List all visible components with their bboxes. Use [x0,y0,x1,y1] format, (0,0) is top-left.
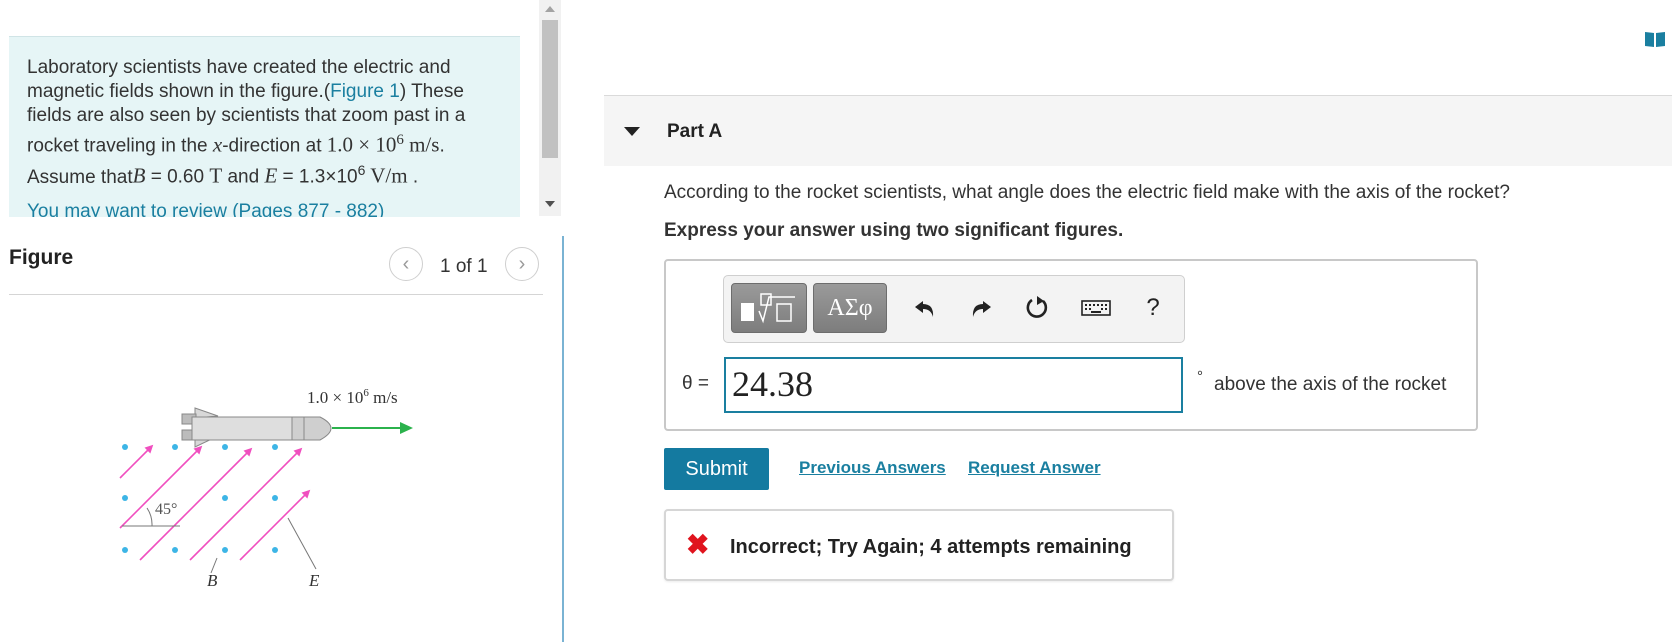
feedback-status-text: Incorrect; Try Again; 4 attempts remaini… [730,536,1132,558]
angle-arc [146,507,153,527]
keyboard-icon [1081,300,1111,316]
figure-diagram: 1.0 × 106 m/s 45° B E [119,387,413,590]
instruction-text: Express your answer using two significan… [664,220,1124,241]
answer-input[interactable]: 24.38 [724,357,1183,413]
problem-text: Laboratory scientists have created the e… [9,37,520,217]
submit-button[interactable]: Submit [664,448,769,490]
reset-icon [1026,296,1048,318]
part-a-header[interactable] [604,95,1672,166]
previous-figure-button[interactable]: ‹ [389,247,423,281]
greek-symbols-icon: ΑΣφ [827,294,873,321]
rocket [181,407,332,448]
greek-symbols-button[interactable]: ΑΣφ [813,283,887,333]
problem-text-direction: -direction at [222,135,327,157]
part-a-title: Part A [667,121,723,142]
keyboard-button[interactable] [1080,293,1112,323]
degree-symbol: ° [1197,368,1203,385]
angle-label: 45° [155,501,177,518]
answer-variable-label: θ = [682,373,709,394]
figure-heading: Figure [9,246,74,269]
reset-button[interactable] [1022,293,1052,323]
answer-units-label: above the axis of the rocket [1214,374,1447,395]
problem-period: . [439,135,445,157]
request-answer-link[interactable]: Request Answer [968,458,1101,478]
magnetic-field-dots [122,444,278,553]
b-unit: T [209,163,223,188]
chevron-left-icon: ‹ [402,252,410,275]
electric-field-lines [119,444,311,561]
e-field-label: E [308,571,320,590]
next-figure-button[interactable]: › [505,247,539,281]
templates-icon [741,293,795,324]
and-word: and [222,166,265,188]
rocket-body [191,416,293,441]
templates-button[interactable] [731,283,807,333]
speed-unit: m/s [403,132,440,157]
x-variable: x [212,132,223,157]
e-unit: V/m [365,163,408,188]
b-field-label: B [207,571,218,590]
undo-button[interactable] [910,293,940,323]
scroll-thumb[interactable] [542,20,558,158]
review-pages-link[interactable]: You may want to review (Pages 877 - 882) [27,200,502,217]
help-button[interactable]: ? [1138,293,1168,323]
speed-value: 1.0 × 10 [326,132,397,157]
redo-icon [972,301,991,317]
e-period: . [407,166,419,188]
help-icon: ? [1146,294,1160,321]
velocity-arrow [332,422,413,434]
book-icon[interactable] [1644,30,1666,48]
redo-button[interactable] [966,293,996,323]
incorrect-x-icon: ✖ [686,529,710,560]
figure-pager-count: 1 of 1 [440,256,488,277]
scroll-down-icon[interactable] [545,201,555,207]
speed-label: 1.0 × 106 m/s [307,387,398,407]
figure-1-link[interactable]: Figure 1 [330,81,400,102]
figure-divider [9,294,543,295]
column-divider [562,236,564,642]
scroll-up-icon[interactable] [545,6,555,12]
e-value: = 1.3×10 [277,166,358,188]
speed-exponent: 6 [396,132,404,148]
e-variable: E [264,163,278,188]
b-variable: B [132,163,146,188]
question-text: According to the rocket scientists, what… [664,182,1510,203]
chevron-right-icon: › [518,252,526,275]
b-value: = 0.60 [145,166,210,188]
rocket-nose [291,416,332,441]
assume-prefix: Assume that [27,166,133,188]
previous-answers-link[interactable]: Previous Answers [799,458,946,478]
collapse-caret-icon[interactable] [624,127,640,136]
problem-statement: Laboratory scientists have created the e… [9,36,520,217]
undo-icon [915,301,934,317]
e-label-leader [287,517,317,570]
